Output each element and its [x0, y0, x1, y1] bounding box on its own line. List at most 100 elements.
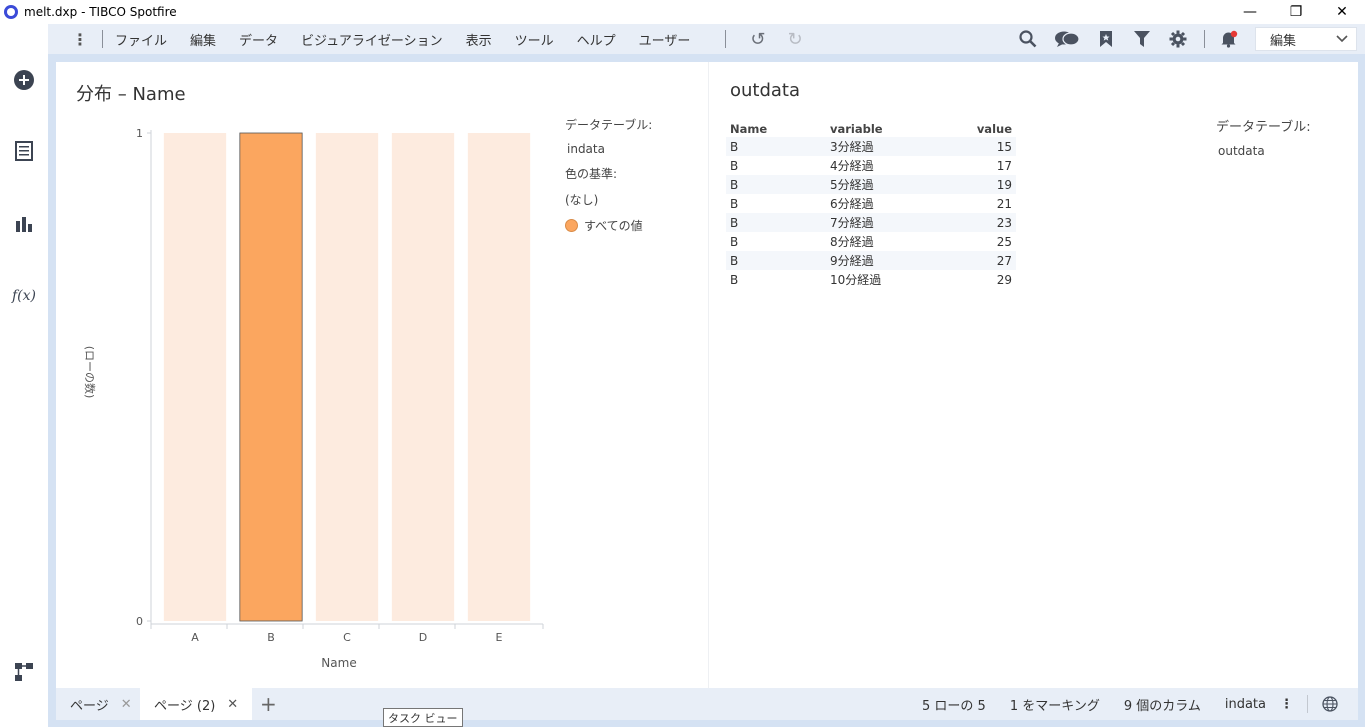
status-more-icon[interactable]: ⋮ [1280, 697, 1293, 712]
column-header-name[interactable]: Name [726, 120, 826, 137]
menu-visualization[interactable]: ビジュアライゼーション [301, 30, 443, 49]
table-cell: 27 [946, 251, 1016, 270]
table-cell: 5分経過 [826, 175, 946, 194]
visualization-divider[interactable] [708, 62, 709, 688]
x-tick-label: B [267, 631, 275, 644]
title-bar: melt.dxp - TIBCO Spotfire — ❐ ✕ [0, 0, 1365, 24]
table-row[interactable]: B 9分経過 27 [726, 251, 1016, 270]
close-window-button[interactable]: ✕ [1319, 0, 1365, 24]
bar-E[interactable] [467, 133, 531, 621]
outdata-table[interactable]: Name variable value B 3分経過 15 B 4分経過 17 B 5分経過 1… [726, 120, 1016, 289]
close-icon[interactable]: ✕ [121, 697, 132, 712]
legend-table-label: データテーブル: [565, 118, 653, 132]
menu-data[interactable]: データ [239, 30, 278, 49]
window-controls: — ❐ ✕ [1227, 0, 1365, 24]
more-menu-icon[interactable]: ⋮ [70, 30, 90, 49]
table-cell: 15 [946, 137, 1016, 156]
table-cell: 21 [996, 196, 1012, 211]
table-row[interactable]: B 5分経過 19 [726, 175, 1016, 194]
table-body: B 3分経過 15 B 4分経過 17 B 5分経過 19 B 6分経過 21 B 7分経過 23 B 8分経過… [726, 137, 1016, 289]
menu-file[interactable]: ファイル [115, 30, 167, 49]
window-title: melt.dxp - TIBCO Spotfire [24, 5, 177, 19]
table-row[interactable]: B 6分経過 21 [726, 194, 1016, 213]
page-tab-label: ページ (2) [154, 698, 216, 714]
menu-separator [725, 30, 727, 48]
bar-C[interactable] [315, 133, 379, 621]
status-info: 5 ローの 5 1 をマーキング 9 個のカラム indata ⋮ [922, 688, 1358, 720]
table-cell: 17 [996, 158, 1012, 173]
x-axis-label[interactable]: Name [321, 656, 356, 670]
data-table-icon[interactable] [12, 139, 36, 163]
table-cell: B [726, 175, 826, 194]
y-axis-label[interactable]: (ローの数) [83, 346, 96, 399]
table-cell: B [730, 158, 739, 173]
bar-chart-legend: データテーブル: indata 色の基準: (なし) すべての値 [565, 116, 652, 243]
table-row[interactable]: B 4分経過 17 [726, 156, 1016, 175]
table-legend-value: outdata [1218, 144, 1265, 158]
toolbar-separator [1204, 30, 1205, 48]
data-flow-icon[interactable] [12, 660, 36, 684]
table-row[interactable]: B 7分経過 23 [726, 213, 1016, 232]
globe-icon[interactable] [1322, 696, 1338, 712]
table-row[interactable]: B 8分経過 25 [726, 232, 1016, 251]
legend-color-label: 色の基準: [565, 167, 618, 181]
status-row-count: 5 ローの 5 [922, 698, 986, 714]
close-icon[interactable]: ✕ [227, 697, 238, 712]
table-cell: 6分経過 [830, 197, 874, 211]
y-tick-label: 0 [136, 615, 143, 628]
chevron-down-icon [1336, 32, 1348, 47]
table-cell: 4分経過 [830, 159, 874, 173]
legend-item-all-values[interactable]: すべての値 [565, 217, 652, 234]
bar-A[interactable] [163, 133, 227, 621]
status-bar: ページ ✕ ページ (2) ✕ + 5 ローの 5 1 をマーキング 9 個のカ… [56, 688, 1358, 720]
redo-icon[interactable]: ↻ [788, 29, 803, 50]
filter-icon[interactable] [1132, 29, 1152, 49]
table-cell: B [730, 196, 739, 211]
search-icon[interactable] [1018, 29, 1038, 49]
table-row[interactable]: B 3分経過 15 [726, 137, 1016, 156]
y-tick-label: 1 [136, 127, 143, 140]
table-legend-label: データテーブル: [1216, 120, 1311, 135]
main-frame: ⋮ ファイル 編集 データ ビジュアライゼーション 表示 ツール ヘルプ ユーザ… [48, 24, 1365, 727]
page-tab-1[interactable]: ページ ✕ [56, 688, 146, 720]
mode-select[interactable]: 編集 [1255, 27, 1357, 51]
restore-button[interactable]: ❐ [1273, 0, 1319, 24]
x-tick-label: E [496, 631, 503, 644]
table-row[interactable]: B 10分経過 29 [726, 270, 1016, 289]
menu-edit[interactable]: 編集 [190, 30, 216, 49]
table-cell: 3分経過 [826, 137, 946, 156]
legend-color-dot [565, 219, 578, 232]
menu-view[interactable]: 表示 [466, 30, 492, 49]
bar-chart[interactable]: 0 1 A B C D E Name (ローの数) [56, 102, 556, 682]
function-icon[interactable]: f(x) [12, 284, 36, 308]
page-tab-label: ページ [70, 698, 109, 714]
gear-icon[interactable] [1168, 29, 1188, 49]
add-page-icon[interactable]: + [260, 692, 277, 716]
status-data-table[interactable]: indata [1225, 697, 1266, 712]
table-cell: B [730, 234, 739, 249]
add-icon[interactable] [12, 68, 36, 92]
taskbar-tooltip: タスク ビュー [383, 708, 463, 727]
table-cell: B [726, 251, 826, 270]
menu-user[interactable]: ユーザー [639, 30, 691, 49]
bar-D[interactable] [391, 133, 455, 621]
visualization-icon[interactable] [12, 212, 36, 236]
bar-B[interactable] [239, 132, 303, 622]
table-cell: B [730, 272, 739, 287]
status-separator [1307, 695, 1308, 713]
x-tick-label: D [419, 631, 427, 644]
table-cell: 29 [996, 272, 1012, 287]
table-cell: B [726, 137, 826, 156]
undo-icon[interactable]: ↺ [750, 29, 765, 50]
minimize-button[interactable]: — [1227, 0, 1273, 24]
menu-help[interactable]: ヘルプ [577, 30, 616, 49]
table-legend: データテーブル: outdata [1216, 116, 1311, 167]
collaboration-icon[interactable] [1054, 29, 1080, 49]
menu-tools[interactable]: ツール [515, 30, 554, 49]
table-cell: 8分経過 [830, 235, 874, 249]
notification-bell-icon[interactable] [1219, 29, 1239, 49]
bookmark-icon[interactable] [1096, 29, 1116, 49]
column-header-variable[interactable]: variable [826, 120, 946, 137]
column-header-value[interactable]: value [946, 120, 1016, 137]
page-tab-2[interactable]: ページ (2) ✕ [140, 688, 253, 720]
